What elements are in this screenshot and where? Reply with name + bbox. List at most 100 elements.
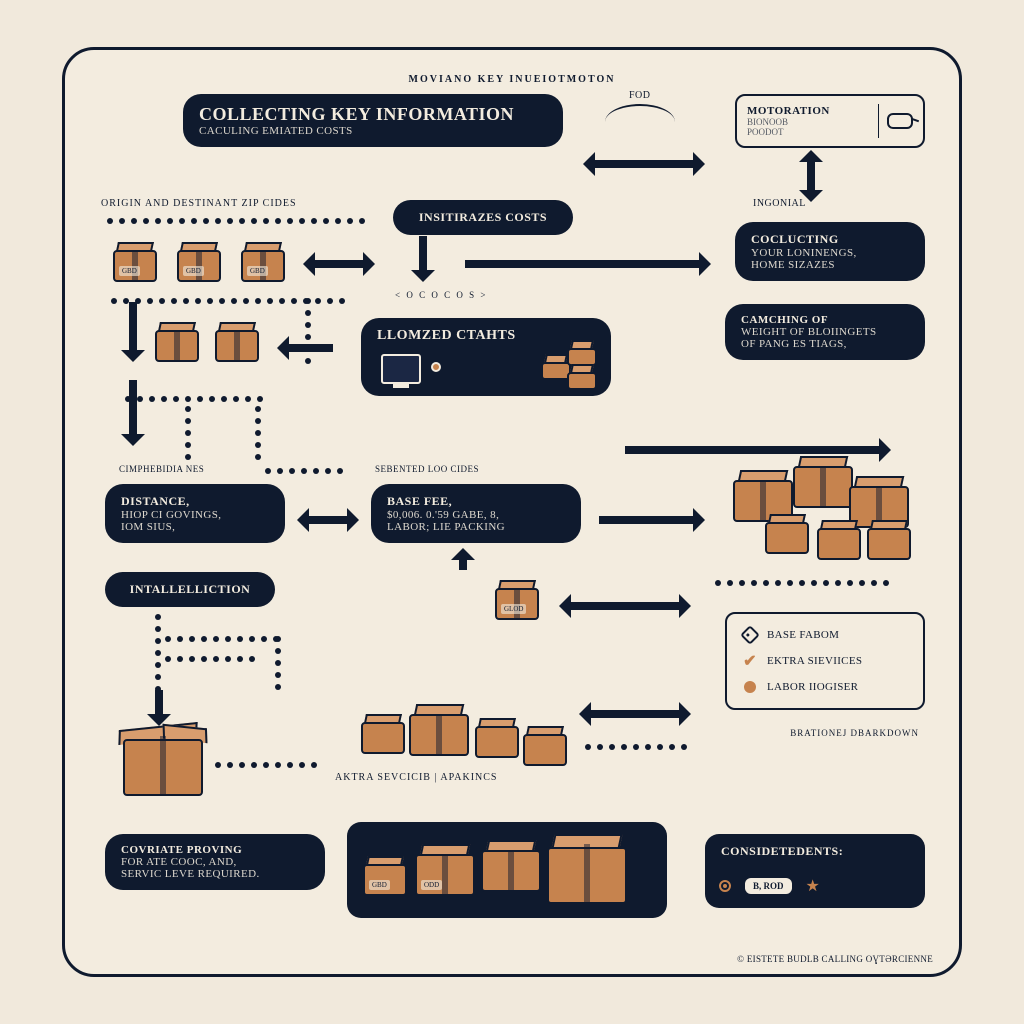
box-icon: ODD [415,844,475,896]
phone-icon [887,113,913,129]
base-l1: BASE FEE, [387,494,565,509]
box-icon [817,520,861,560]
check-icon: ✔ [741,652,759,670]
arrow-down-2 [129,380,137,440]
covriate-pill: COVRIATE PROVING FOR ATE COOC, AND, SERV… [105,834,325,890]
box-icon [475,718,519,758]
legend-breakdown: BRATIONEJ DBARKDOWN [790,728,919,738]
collecting-right-pill: COCLUCTING YOUR LONINENGS, HOME SIZAZES [735,222,925,281]
covriate-l1: COVRIATE PROVING [121,844,309,856]
consident-panel: CONSIDETEDENTS: B, ROD ★ [705,834,925,908]
distance-l1: DISTANCE, [121,494,269,509]
open-box-icon [123,726,203,796]
top-tiny-header: MOVIANO KEY INUEIOTMOTON [93,74,931,85]
dots-col-4 [155,614,161,692]
instirazes-text: INSITIRAZES COSTS [409,210,557,225]
canching-pill: CAMCHING OF WEIGHT OF BLOIINGETS OF PANG… [725,304,925,360]
arrow-titles [589,160,699,168]
box-icon: GBD [177,242,221,282]
arrow-right-long [465,260,705,268]
bottom-boxes-panel: GBD ODD [347,822,667,918]
arrow-up-small [459,554,467,570]
collecting-l2: YOUR LONINENGS, [751,247,909,259]
box-icon: GBD [363,856,407,896]
consident-chip: B, ROD [745,878,792,894]
motoration-line1: BIONOOB [747,117,870,127]
main-title: COLLECTING KEY INFORMATION [199,104,547,125]
motoration-box: MOTORATION BIONOOB POODOT [735,94,925,148]
canching-l2: WEIGHT OF BLOIINGETS [741,326,909,338]
box-icon [215,322,259,362]
base-l3: LABOR; LIE PACKING [387,521,565,533]
dots-row-5 [165,636,279,642]
intallelliction-text: INTALLELLICTION [121,582,259,597]
base-l2: $0,006. 0.'59 GABE, 8, [387,509,565,521]
arrow-mid-both [565,602,685,610]
canching-l1: CAMCHING OF [741,314,909,326]
arc-label: FOD [629,90,651,101]
box-icon [481,840,541,892]
arrow-left-small [283,344,333,352]
main-title-pill: COLLECTING KEY INFORMATION CACULING EMIA… [183,94,563,147]
distance-l2: HIOP CI GOVINGS, [121,509,269,521]
motoration-line2: POODOT [747,127,870,137]
radio-icon [719,880,731,892]
monitor-icon [381,354,421,384]
box-icon [523,726,567,766]
covriate-l3: SERVIC LEVE REQUIRED. [121,868,309,880]
legend-box: BASE FABOM ✔ EKTRA SIEVIICES LABOR IIOGI… [725,612,925,710]
dots-col-2 [185,406,191,460]
motoration-title: MOTORATION [747,105,870,117]
box-icon [567,364,597,390]
aktra-label: AKTRA SEVCICIB | APAKINCS [335,772,498,783]
arrow-top-cluster [625,446,885,454]
box-icon [567,340,597,366]
arc-connector [605,104,675,122]
instirazes-pill: INSITIRAZES COSTS [393,200,573,235]
intallelliction-pill: INTALLELLICTION [105,572,275,607]
arrow-down-left [129,302,137,356]
dots-col-5 [275,636,281,690]
distance-l3: IOM SIUS, [121,521,269,533]
footer-credit: © EISTETE BUDLB CALLING OƔTƏRCIENNE [737,954,933,964]
cimp-label: CIMPHEBIDIA NES [119,464,204,474]
legend-extra: EKTRA SIEVIICES [767,655,862,667]
dots-row-3 [125,396,263,402]
dots-row-8 [215,762,317,768]
arrow-dist-base [303,516,353,524]
base-fee-pill: BASE FEE, $0,006. 0.'59 GABE, 8, LABOR; … [371,484,581,543]
dots-row-6 [165,656,255,662]
box-icon [155,322,199,362]
consident-title: CONSIDETEDENTS: [721,844,909,859]
canching-l3: OF PANG ES TIAGS, [741,338,909,350]
covriate-l2: FOR ATE COOC, AND, [121,856,309,868]
dots-row-4 [265,468,343,474]
arrow-aktra-right [585,710,685,718]
ingonial-label: INGONIAL [753,198,806,209]
arrow-boxes-left [309,260,369,268]
box-icon [409,704,469,756]
collecting-l3: HOME SIZAZES [751,259,909,271]
arrow-down-3 [155,690,163,720]
arrow-basefee-right [599,516,699,524]
box-icon [361,714,405,754]
code-chars: < O C O C O S > [395,290,487,300]
star-icon: ★ [806,876,820,896]
box-icon [793,456,853,508]
arrow-down-mid [419,236,427,276]
collecting-l1: COCLUCTING [751,232,909,247]
diagram-frame: MOVIANO KEY INUEIOTMOTON COLLECTING KEY … [62,47,962,977]
divider [878,104,879,138]
box-icon: GLOD [495,580,539,620]
sebented-label: SEBENTED LOO CIDES [375,464,479,474]
dots-row-1 [107,218,365,224]
distance-pill: DISTANCE, HIOP CI GOVINGS, IOM SIUS, [105,484,285,543]
legend-base: BASE FABOM [767,629,839,641]
main-subtitle: CACULING EMIATED COSTS [199,125,547,137]
box-icon: GBD [241,242,285,282]
tag-icon [740,625,760,645]
zip-codes-label: ORIGIN AND DESTINANT ZIP CIDES [101,198,297,209]
arrow-ingonial [807,156,815,196]
dots-row-7 [715,580,889,586]
box-icon [867,520,911,560]
